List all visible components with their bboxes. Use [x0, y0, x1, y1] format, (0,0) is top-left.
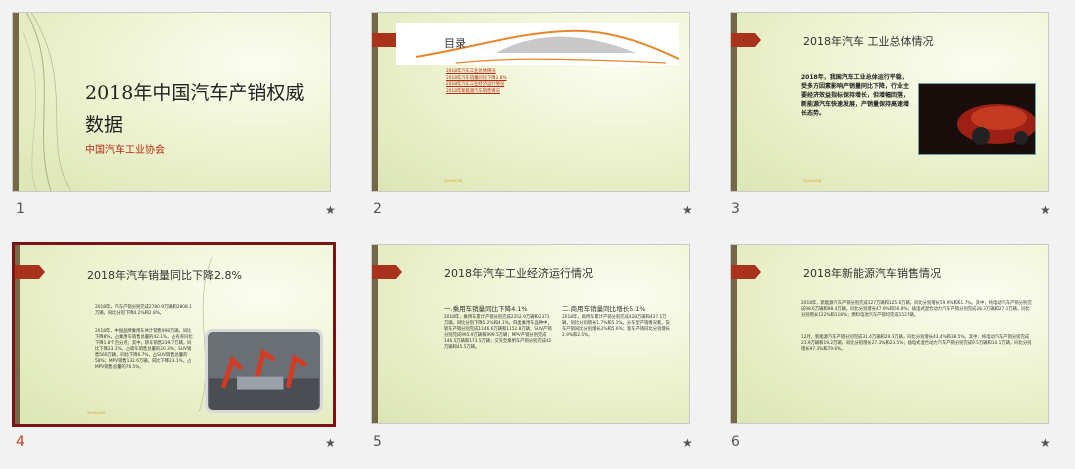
- column-heading: 二.商用车销量同比增长5.1%: [562, 305, 646, 313]
- column-text: 2018年，乘用车累计产销分别完成2352.9万辆和2371万辆，同比分别下降5…: [444, 315, 552, 350]
- slide-thumbnail-6[interactable]: 2018年新能源汽车销售情况 2018年，新能源汽车产销分别完成127万辆和12…: [730, 244, 1049, 424]
- slide-thumbnail-5[interactable]: 2018年汽车工业经济运行情况 一.乘用车销量同比下降4.1% 2018年，乘用…: [371, 244, 690, 424]
- slide-accent-tab: [731, 33, 761, 47]
- star-icon[interactable]: ★: [325, 436, 336, 450]
- slide-title: 目录: [444, 37, 466, 50]
- slide-title: 2018年汽车 工业总体情况: [803, 35, 934, 48]
- slide-footer-date: 2019/4/26: [87, 411, 105, 415]
- slide-title: 2018年汽车销量同比下降2.8%: [87, 269, 242, 282]
- slide-body-text: 2018年，我国汽车工业总体运行平稳，受多方因素影响产销量同比下降，行业主要经济…: [801, 74, 910, 117]
- slide-bullet: 2018年，汽车产销分别完成2780.9万辆和2808.1万辆，同比分别下降4.…: [95, 305, 192, 316]
- star-icon[interactable]: ★: [682, 436, 693, 450]
- star-icon[interactable]: ★: [682, 203, 693, 217]
- slide-paragraph: 12月，新能源汽车产销分别完成31.4万辆和29.3万辆，同比分别增长43.4%…: [801, 335, 1032, 352]
- slide-accent-tab: [731, 265, 761, 279]
- column-text: 2018年，商用车累计产销分别完成428万辆和437.1万辆，同比分别增长1.7…: [562, 315, 670, 338]
- slide-title: 2018年新能源汽车销售情况: [803, 267, 941, 280]
- slide-number-4: 4: [16, 434, 25, 450]
- slide-footer-date: 2019/4/26: [803, 179, 821, 183]
- slide-bullet: 2018年，中国品牌乘用车共计销售998万辆，同比下降8%，占乘用车销售总量的4…: [95, 329, 193, 370]
- toc-list: 2018年汽车工业总体情况 2018年汽车销量同比下降2.8% 2018年汽车工…: [446, 69, 507, 95]
- slide-number-6: 6: [731, 434, 740, 450]
- decorative-swirl: [23, 13, 72, 191]
- slide-number-2: 2: [373, 201, 382, 217]
- car-silhouette-icon: [415, 29, 680, 64]
- car-banner-image: [396, 23, 680, 65]
- star-icon[interactable]: ★: [325, 203, 336, 217]
- slide-thumbnail-3[interactable]: 2018年汽车 工业总体情况 2018年，我国汽车工业总体运行平稳，受多方因素影…: [730, 12, 1049, 192]
- toc-item[interactable]: 2018年新能源汽车销售情况: [446, 89, 507, 96]
- slide-title: 2018年中国汽车产销权威数据: [85, 82, 305, 136]
- slide-accent-tab: [15, 265, 45, 279]
- slide-subtitle: 中国汽车工业协会: [85, 145, 165, 156]
- slide-number-3: 3: [731, 201, 740, 217]
- factory-robot-image: [205, 329, 323, 413]
- red-car-image: [918, 83, 1037, 155]
- slide-number-1: 1: [16, 201, 25, 217]
- star-icon[interactable]: ★: [1040, 436, 1051, 450]
- star-icon[interactable]: ★: [1040, 203, 1051, 217]
- slide-footer-date: 2019/4/26: [444, 179, 462, 183]
- slide-accent-tab: [372, 265, 402, 279]
- column-heading: 一.乘用车销量同比下降4.1%: [444, 305, 528, 313]
- slide-thumbnail-2[interactable]: 目录 2018年汽车工业总体情况 2018年汽车销量同比下降2.8% 2018年…: [371, 12, 690, 192]
- slide-number-5: 5: [373, 434, 382, 450]
- slide-thumbnail-4[interactable]: 2018年汽车销量同比下降2.8% 2018年，汽车产销分别完成2780.9万辆…: [12, 242, 336, 427]
- slide-title: 2018年汽车工业经济运行情况: [444, 267, 593, 280]
- slide-thumbnail-1[interactable]: 2018年中国汽车产销权威数据 中国汽车工业协会: [12, 12, 331, 192]
- slide-paragraph: 2018年，新能源汽车产销分别完成127万辆和125.6万辆，同比分别增长59.…: [801, 301, 1032, 318]
- slide-left-bar: [13, 13, 19, 191]
